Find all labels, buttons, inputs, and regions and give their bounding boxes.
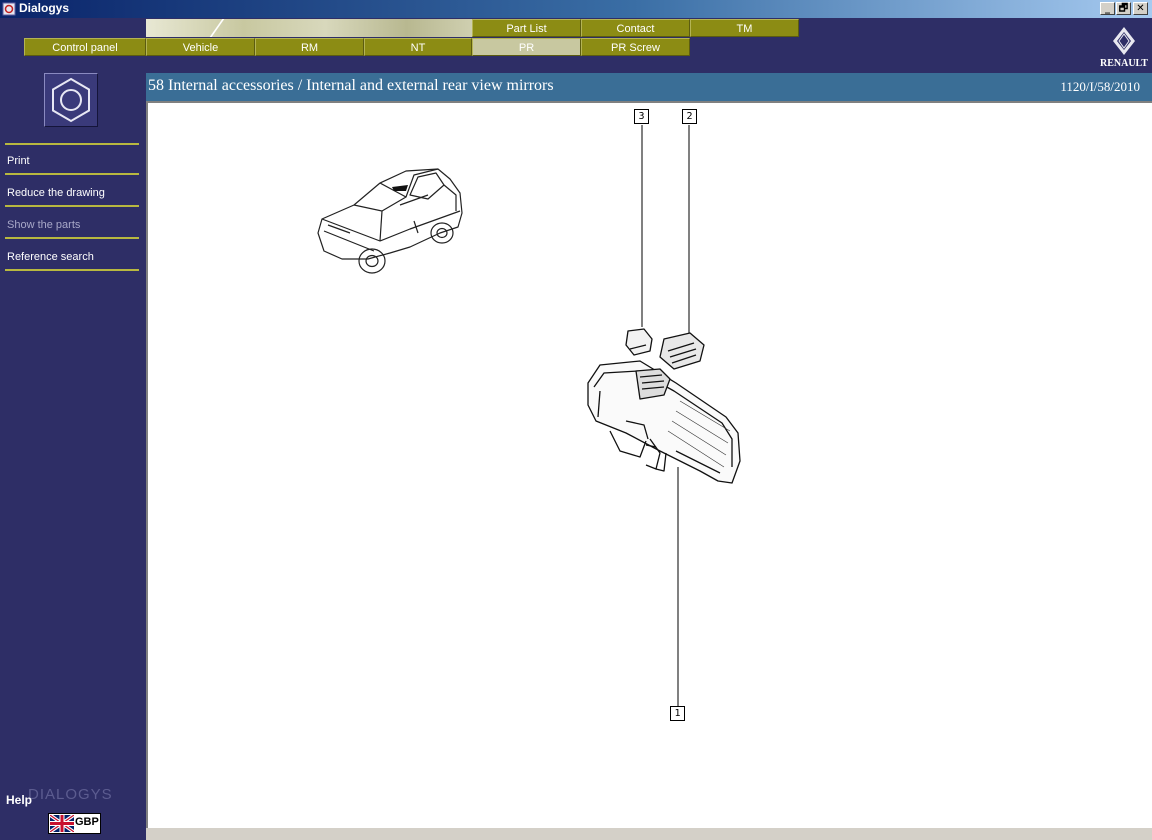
uk-flag-icon — [50, 815, 74, 832]
tab-control-panel[interactable]: Control panel — [24, 38, 146, 56]
tab-part-list[interactable]: Part List — [472, 19, 581, 37]
page-title: 58 Internal accessories / Internal and e… — [148, 77, 554, 94]
tab-pr-screw[interactable]: PR Screw — [581, 38, 690, 56]
close-button[interactable]: ✕ — [1133, 2, 1148, 15]
maximize-button[interactable]: 🗗 — [1116, 2, 1131, 15]
app-header: Part List Contact TM Control panel Vehic… — [0, 18, 1152, 73]
tab-vehicle[interactable]: Vehicle — [146, 38, 255, 56]
minimize-button[interactable]: _ — [1100, 2, 1115, 15]
dialogys-watermark: DIALOGYS — [28, 786, 113, 803]
callout-1[interactable]: 1 — [670, 706, 685, 721]
sidebar: Print Reduce the drawing Show the parts … — [0, 73, 146, 840]
status-strip — [146, 828, 1152, 840]
tab-pr[interactable]: PR — [472, 38, 581, 56]
tab-nt[interactable]: NT — [364, 38, 472, 56]
help-link[interactable]: Help — [6, 793, 32, 807]
window-title-bar[interactable]: Dialogys _ 🗗 ✕ — [0, 0, 1152, 18]
window-title: Dialogys — [19, 1, 70, 15]
tab-contact[interactable]: Contact — [581, 19, 690, 37]
drawing-reference: 1120/I/58/2010 — [1060, 79, 1140, 94]
sidebar-item-print[interactable]: Print — [5, 145, 139, 175]
sidebar-item-reference-search[interactable]: Reference search — [5, 241, 139, 271]
callout-3[interactable]: 3 — [634, 109, 649, 124]
header-banner-image — [146, 19, 472, 37]
app-icon — [2, 2, 16, 16]
currency-code: GBP — [75, 816, 99, 828]
rear-view-mirror-drawing — [587, 328, 741, 484]
page-title-bar: 58 Internal accessories / Internal and e… — [146, 73, 1152, 101]
renault-diamond-icon — [1113, 27, 1135, 55]
currency-selector[interactable]: GBP — [48, 813, 101, 834]
tab-tm[interactable]: TM — [690, 19, 799, 37]
brand-name: RENAULT — [1100, 58, 1148, 69]
sidebar-item-reduce-drawing[interactable]: Reduce the drawing — [5, 177, 139, 207]
renault-logo: RENAULT — [1096, 24, 1152, 70]
drawing-area[interactable]: 3 2 1 — [146, 101, 1152, 828]
sidebar-item-show-parts[interactable]: Show the parts — [5, 209, 139, 239]
section-icon-tile — [44, 73, 98, 127]
callout-2[interactable]: 2 — [682, 109, 697, 124]
tab-rm[interactable]: RM — [255, 38, 364, 56]
nut-icon — [52, 77, 90, 123]
